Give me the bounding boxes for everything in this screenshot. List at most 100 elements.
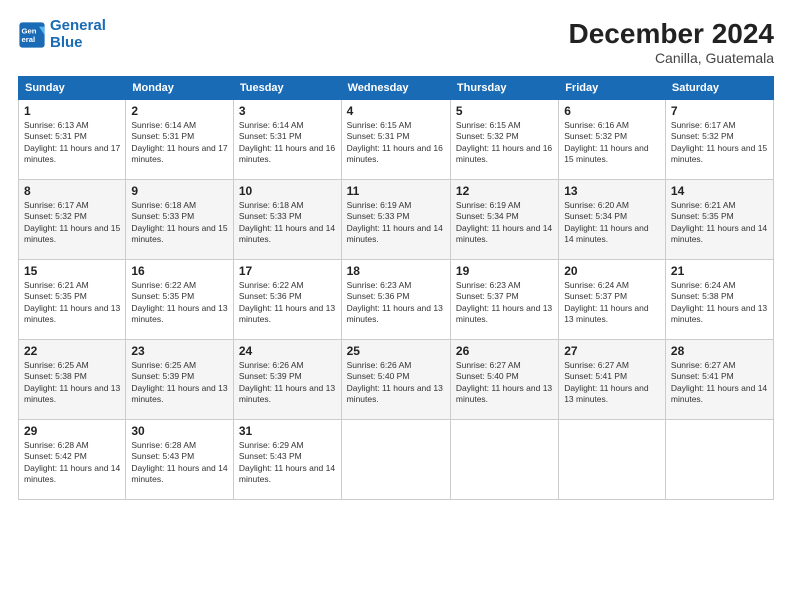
day-number: 20: [564, 264, 660, 278]
calendar-cell: 31Sunrise: 6:29 AM Sunset: 5:43 PM Dayli…: [233, 420, 341, 500]
calendar-cell: 11 Sunrise: 6:19 AM Sunset: 5:33 PM Dayli…: [341, 180, 450, 260]
calendar-cell: 8 Sunrise: 6:17 AM Sunset: 5:32 PM Daylig…: [19, 180, 126, 260]
day-number: 16: [131, 264, 228, 278]
day-number: 4: [347, 104, 445, 118]
day-number: 27: [564, 344, 660, 358]
day-number: 23: [131, 344, 228, 358]
weekday-header-monday: Monday: [126, 77, 234, 100]
day-number: 6: [564, 104, 660, 118]
day-info: Sunrise: 6:21 AM Sunset: 5:35 PM Dayligh…: [671, 200, 768, 246]
day-info: Sunrise: 6:27 AM Sunset: 5:40 PM Dayligh…: [456, 360, 553, 406]
day-number: 21: [671, 264, 768, 278]
day-info: Sunrise: 6:26 AM Sunset: 5:40 PM Dayligh…: [347, 360, 445, 406]
title-block: December 2024 Canilla, Guatemala: [569, 18, 774, 66]
calendar-cell: 16 Sunrise: 6:22 AM Sunset: 5:35 PM Dayli…: [126, 260, 234, 340]
logo-line2: Blue: [50, 34, 83, 51]
svg-text:Gen: Gen: [22, 26, 37, 35]
day-number: 24: [239, 344, 336, 358]
day-number: 5: [456, 104, 553, 118]
calendar-cell: 10 Sunrise: 6:18 AM Sunset: 5:33 PM Dayli…: [233, 180, 341, 260]
svg-text:eral: eral: [22, 35, 36, 44]
calendar-cell: [665, 420, 773, 500]
day-info: Sunrise: 6:14 AM Sunset: 5:31 PM Dayligh…: [239, 120, 336, 166]
day-info: Sunrise: 6:15 AM Sunset: 5:32 PM Dayligh…: [456, 120, 553, 166]
day-info: Sunrise: 6:23 AM Sunset: 5:37 PM Dayligh…: [456, 280, 553, 326]
day-number: 10: [239, 184, 336, 198]
logo-icon: Gen eral: [18, 21, 46, 49]
calendar-cell: 22 Sunrise: 6:25 AM Sunset: 5:38 PM Dayli…: [19, 340, 126, 420]
location-title: Canilla, Guatemala: [569, 50, 774, 66]
header: Gen eral General Blue December 2024 Cani…: [18, 18, 774, 66]
calendar-cell: 4 Sunrise: 6:15 AM Sunset: 5:31 PM Daylig…: [341, 100, 450, 180]
calendar-cell: [341, 420, 450, 500]
calendar-cell: [559, 420, 666, 500]
calendar-cell: 30 Sunrise: 6:28 AM Sunset: 5:43 PM Dayli…: [126, 420, 234, 500]
day-info: Sunrise: 6:23 AM Sunset: 5:36 PM Dayligh…: [347, 280, 445, 326]
calendar-cell: [450, 420, 558, 500]
weekday-header-thursday: Thursday: [450, 77, 558, 100]
calendar-cell: 5 Sunrise: 6:15 AM Sunset: 5:32 PM Daylig…: [450, 100, 558, 180]
calendar-cell: 27 Sunrise: 6:27 AM Sunset: 5:41 PM Dayli…: [559, 340, 666, 420]
logo-line1: General: [50, 17, 106, 34]
day-number: 2: [131, 104, 228, 118]
day-info: Sunrise: 6:13 AM Sunset: 5:31 PM Dayligh…: [24, 120, 120, 166]
day-info: Sunrise: 6:28 AM Sunset: 5:42 PM Dayligh…: [24, 440, 120, 486]
calendar-cell: 3 Sunrise: 6:14 AM Sunset: 5:31 PM Daylig…: [233, 100, 341, 180]
day-info: Sunrise: 6:27 AM Sunset: 5:41 PM Dayligh…: [671, 360, 768, 406]
day-number: 18: [347, 264, 445, 278]
day-number: 7: [671, 104, 768, 118]
calendar-page: Gen eral General Blue December 2024 Cani…: [0, 0, 792, 612]
day-number: 17: [239, 264, 336, 278]
weekday-header-row: SundayMondayTuesdayWednesdayThursdayFrid…: [19, 77, 774, 100]
day-info: Sunrise: 6:17 AM Sunset: 5:32 PM Dayligh…: [24, 200, 120, 246]
calendar-cell: 13 Sunrise: 6:20 AM Sunset: 5:34 PM Dayli…: [559, 180, 666, 260]
calendar-cell: 12Sunrise: 6:19 AM Sunset: 5:34 PM Dayli…: [450, 180, 558, 260]
day-number: 25: [347, 344, 445, 358]
logo: Gen eral General Blue: [18, 18, 106, 51]
day-info: Sunrise: 6:25 AM Sunset: 5:39 PM Dayligh…: [131, 360, 228, 406]
day-info: Sunrise: 6:14 AM Sunset: 5:31 PM Dayligh…: [131, 120, 228, 166]
calendar-cell: 20Sunrise: 6:24 AM Sunset: 5:37 PM Dayli…: [559, 260, 666, 340]
weekday-header-tuesday: Tuesday: [233, 77, 341, 100]
day-info: Sunrise: 6:19 AM Sunset: 5:33 PM Dayligh…: [347, 200, 445, 246]
calendar-cell: 2 Sunrise: 6:14 AM Sunset: 5:31 PM Daylig…: [126, 100, 234, 180]
week-row-5: 29Sunrise: 6:28 AM Sunset: 5:42 PM Dayli…: [19, 420, 774, 500]
day-number: 14: [671, 184, 768, 198]
day-info: Sunrise: 6:20 AM Sunset: 5:34 PM Dayligh…: [564, 200, 660, 246]
weekday-header-friday: Friday: [559, 77, 666, 100]
day-info: Sunrise: 6:22 AM Sunset: 5:35 PM Dayligh…: [131, 280, 228, 326]
calendar-cell: 6Sunrise: 6:16 AM Sunset: 5:32 PM Daylig…: [559, 100, 666, 180]
day-number: 19: [456, 264, 553, 278]
calendar-cell: 24Sunrise: 6:26 AM Sunset: 5:39 PM Dayli…: [233, 340, 341, 420]
day-info: Sunrise: 6:25 AM Sunset: 5:38 PM Dayligh…: [24, 360, 120, 406]
day-number: 13: [564, 184, 660, 198]
weekday-header-wednesday: Wednesday: [341, 77, 450, 100]
day-number: 26: [456, 344, 553, 358]
day-number: 30: [131, 424, 228, 438]
calendar-cell: 29Sunrise: 6:28 AM Sunset: 5:42 PM Dayli…: [19, 420, 126, 500]
day-number: 11: [347, 184, 445, 198]
month-title: December 2024: [569, 18, 774, 50]
week-row-1: 1 Sunrise: 6:13 AM Sunset: 5:31 PM Daylig…: [19, 100, 774, 180]
day-number: 22: [24, 344, 120, 358]
weekday-header-sunday: Sunday: [19, 77, 126, 100]
day-info: Sunrise: 6:18 AM Sunset: 5:33 PM Dayligh…: [239, 200, 336, 246]
day-info: Sunrise: 6:18 AM Sunset: 5:33 PM Dayligh…: [131, 200, 228, 246]
calendar-cell: 1 Sunrise: 6:13 AM Sunset: 5:31 PM Daylig…: [19, 100, 126, 180]
day-info: Sunrise: 6:19 AM Sunset: 5:34 PM Dayligh…: [456, 200, 553, 246]
day-number: 15: [24, 264, 120, 278]
day-info: Sunrise: 6:28 AM Sunset: 5:43 PM Dayligh…: [131, 440, 228, 486]
day-number: 3: [239, 104, 336, 118]
day-info: Sunrise: 6:22 AM Sunset: 5:36 PM Dayligh…: [239, 280, 336, 326]
calendar-cell: 26 Sunrise: 6:27 AM Sunset: 5:40 PM Dayli…: [450, 340, 558, 420]
calendar-cell: 7Sunrise: 6:17 AM Sunset: 5:32 PM Daylig…: [665, 100, 773, 180]
day-info: Sunrise: 6:21 AM Sunset: 5:35 PM Dayligh…: [24, 280, 120, 326]
day-number: 8: [24, 184, 120, 198]
logo-text: General Blue: [50, 18, 106, 51]
calendar-cell: 17 Sunrise: 6:22 AM Sunset: 5:36 PM Dayli…: [233, 260, 341, 340]
day-info: Sunrise: 6:15 AM Sunset: 5:31 PM Dayligh…: [347, 120, 445, 166]
day-number: 1: [24, 104, 120, 118]
week-row-3: 15 Sunrise: 6:21 AM Sunset: 5:35 PM Dayli…: [19, 260, 774, 340]
day-info: Sunrise: 6:27 AM Sunset: 5:41 PM Dayligh…: [564, 360, 660, 406]
calendar-cell: 19 Sunrise: 6:23 AM Sunset: 5:37 PM Dayli…: [450, 260, 558, 340]
